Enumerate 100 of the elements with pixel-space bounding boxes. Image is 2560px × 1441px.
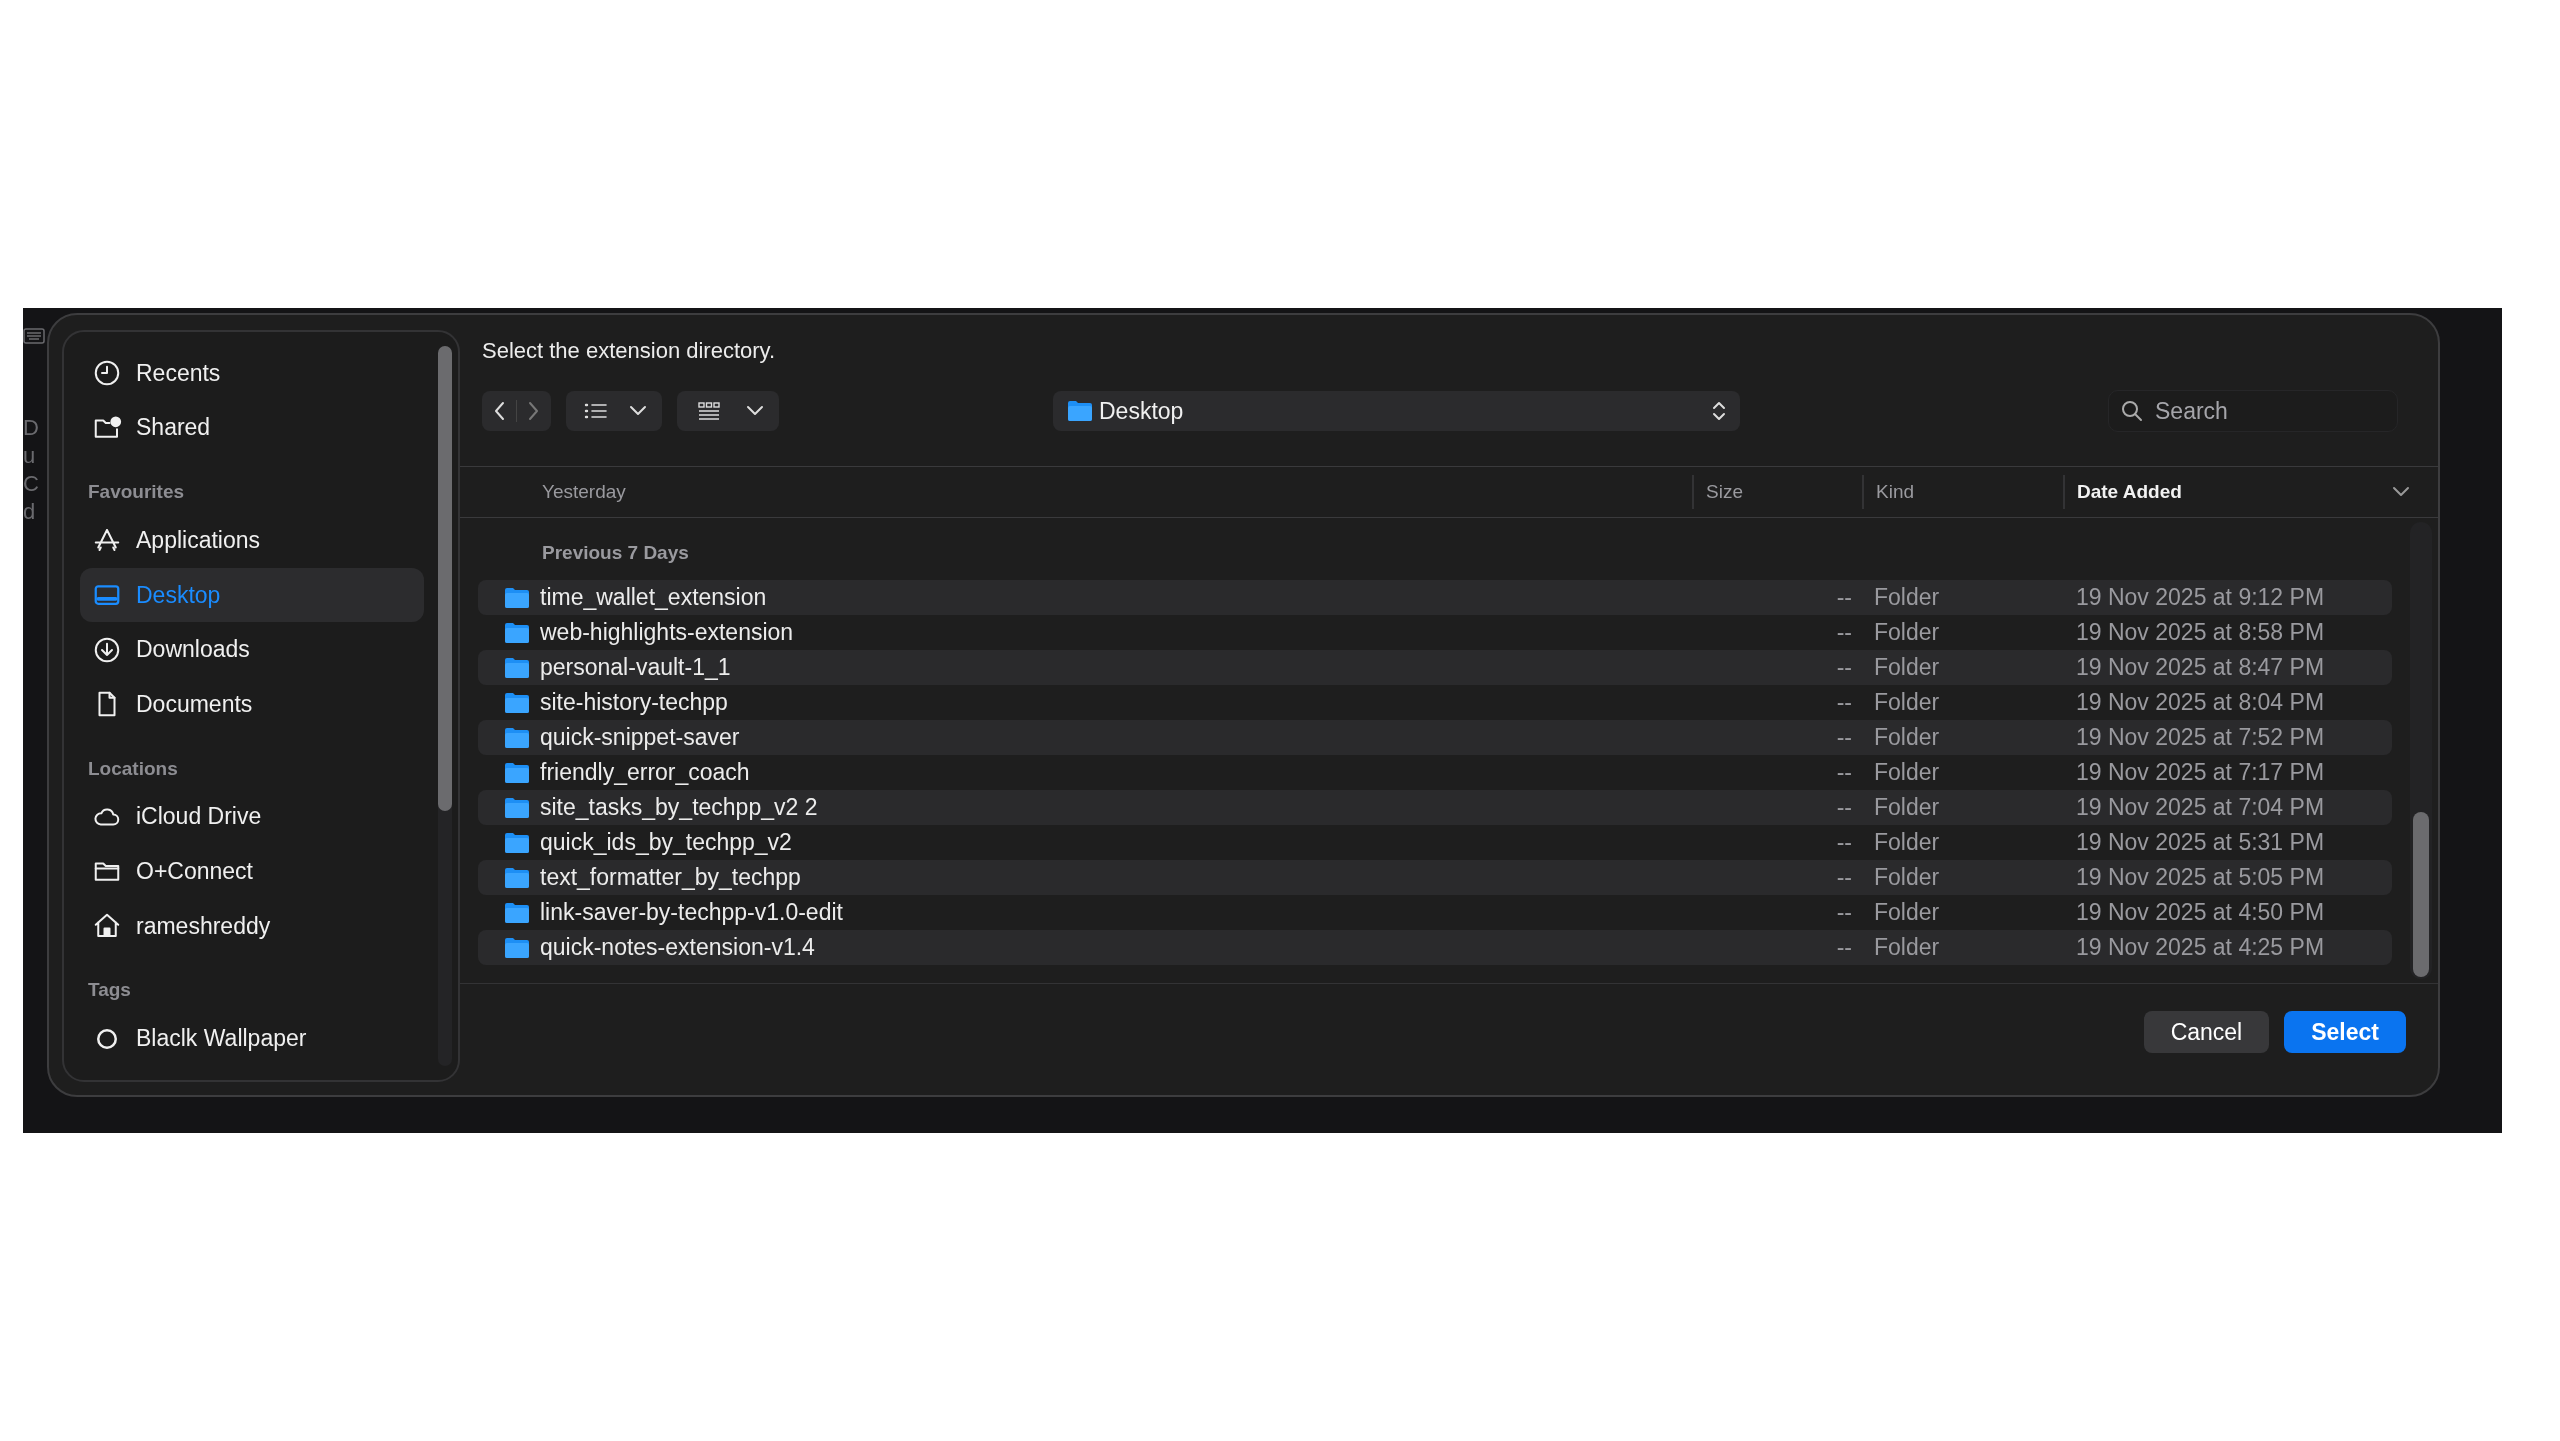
chevron-down-icon: [629, 405, 647, 417]
folder-icon: [504, 621, 530, 644]
scrollbar[interactable]: [438, 346, 452, 1066]
sidebar-item[interactable]: iCloud Drive: [80, 789, 424, 845]
file-date: 19 Nov 2025 at 8:04 PM: [2076, 689, 2326, 716]
file-row[interactable]: web-highlights-extension -- Folder 19 Nov 2025 at 8:58 PM: [478, 615, 2392, 650]
cancel-button[interactable]: Cancel: [2143, 1011, 2270, 1053]
file-kind: Folder: [1873, 934, 1941, 961]
sidebar-item[interactable]: Recents: [80, 346, 424, 401]
file-kind: Folder: [1873, 584, 1941, 611]
file-size: --: [1835, 829, 1852, 856]
folder-icon: [504, 866, 530, 889]
column-header-label[interactable]: Yesterday: [542, 481, 626, 503]
sidebar-item[interactable]: O+Connect: [80, 844, 424, 899]
file-kind: Folder: [1873, 689, 1941, 716]
file-name: personal-vault-1_1: [540, 654, 731, 681]
file-row[interactable]: site_tasks_by_techpp_v2 2 -- Folder 19 Nov 2025 at 7:04 PM: [478, 790, 2392, 825]
file-name: friendly_error_coach: [540, 759, 750, 786]
file-row[interactable]: site-history-techpp -- Folder 19 Nov 2025 at 8:04 PM: [478, 685, 2392, 720]
column-header-label[interactable]: Kind: [1876, 481, 1915, 503]
dialog-prompt: Select the extension directory.: [482, 338, 776, 364]
folder-icon: [504, 761, 530, 784]
file-kind: Folder: [1873, 724, 1941, 751]
file-size: --: [1835, 689, 1852, 716]
file-date: 19 Nov 2025 at 4:50 PM: [2076, 899, 2326, 926]
file-kind: Folder: [1873, 899, 1941, 926]
file-size: --: [1835, 899, 1852, 926]
select-button[interactable]: Select: [2284, 1011, 2406, 1053]
chevron-down-icon: [746, 405, 764, 417]
sidebar-heading: Favourites: [87, 480, 186, 505]
file-size: --: [1835, 864, 1852, 891]
file-size: --: [1835, 794, 1852, 821]
sidebar-item[interactable]: Blaclk Wallpaper: [80, 1011, 424, 1066]
file-name: link-saver-by-techpp-v1.0-edit: [540, 899, 843, 926]
file-date: 19 Nov 2025 at 4:25 PM: [2076, 934, 2326, 961]
folder-icon: [504, 691, 530, 714]
file-row[interactable]: friendly_error_coach -- Folder 19 Nov 2025 at 7:17 PM: [478, 755, 2392, 790]
file-kind: Folder: [1873, 794, 1941, 821]
sidebar-heading: Locations: [87, 756, 179, 781]
folder-icon: [504, 586, 530, 609]
file-size: --: [1835, 619, 1852, 646]
file-name: site-history-techpp: [540, 689, 728, 716]
folder-icon: [1067, 400, 1093, 422]
folder-icon: [504, 936, 530, 959]
file-size: --: [1835, 654, 1852, 681]
file-row[interactable]: link-saver-by-techpp-v1.0-edit -- Folder 19 Nov 2025 at 4:50 PM: [478, 895, 2392, 930]
background-text: C: [23, 470, 39, 498]
file-row[interactable]: time_wallet_extension -- Folder 19 Nov 2025 at 9:12 PM: [478, 580, 2392, 615]
location-popup[interactable]: Desktop: [1053, 391, 1740, 431]
sidebar-item[interactable]: Desktop: [80, 567, 424, 623]
file-kind: Folder: [1873, 619, 1941, 646]
file-size: --: [1835, 934, 1852, 961]
sidebar-item[interactable]: Downloads: [80, 622, 424, 677]
sidebar-heading: Tags: [87, 978, 132, 1003]
file-name: quick_ids_by_techpp_v2: [540, 829, 792, 856]
file-kind: Folder: [1873, 759, 1941, 786]
folder-icon: [504, 831, 530, 854]
file-name: site_tasks_by_techpp_v2 2: [540, 794, 818, 821]
file-name: time_wallet_extension: [540, 584, 767, 611]
file-kind: Folder: [1873, 864, 1941, 891]
file-kind: Folder: [1873, 829, 1941, 856]
file-name: text_formatter_by_techpp: [540, 864, 801, 891]
column-header-label[interactable]: Date Added: [2077, 481, 2182, 503]
file-date: 19 Nov 2025 at 9:12 PM: [2076, 584, 2326, 611]
file-size: --: [1835, 584, 1852, 611]
scrollbar[interactable]: [2410, 522, 2432, 979]
column-header-label[interactable]: Size: [1706, 481, 1743, 503]
sidebar-item[interactable]: Shared: [80, 400, 424, 456]
file-date: 19 Nov 2025 at 7:52 PM: [2076, 724, 2326, 751]
file-row[interactable]: text_formatter_by_techpp -- Folder 19 Nov 2025 at 5:05 PM: [478, 860, 2392, 895]
background-text: D: [23, 414, 39, 442]
updown-icon: [1712, 400, 1726, 422]
file-row[interactable]: personal-vault-1_1 -- Folder 19 Nov 2025 at 8:47 PM: [478, 650, 2392, 685]
folder-icon: [504, 901, 530, 924]
sidebar-item[interactable]: Applications: [80, 513, 424, 568]
file-date: 19 Nov 2025 at 8:47 PM: [2076, 654, 2326, 681]
file-date: 19 Nov 2025 at 7:04 PM: [2076, 794, 2326, 821]
sort-chevron-icon[interactable]: [2392, 486, 2410, 498]
background-text: d: [23, 498, 36, 526]
file-row[interactable]: quick-notes-extension-v1.4 -- Folder 19 Nov 2025 at 4:25 PM: [478, 930, 2392, 965]
sidebar-item[interactable]: Documents: [80, 676, 424, 732]
file-date: 19 Nov 2025 at 5:31 PM: [2076, 829, 2326, 856]
folder-icon: [504, 726, 530, 749]
file-row[interactable]: quick_ids_by_techpp_v2 -- Folder 19 Nov 2025 at 5:31 PM: [478, 825, 2392, 860]
file-row[interactable]: quick-snippet-saver -- Folder 19 Nov 2025 at 7:52 PM: [478, 720, 2392, 755]
file-date: 19 Nov 2025 at 8:58 PM: [2076, 619, 2326, 646]
file-name: quick-notes-extension-v1.4: [540, 934, 815, 961]
search-field[interactable]: Search: [2108, 390, 2398, 432]
group-heading: Previous 7 Days: [542, 542, 689, 564]
file-size: --: [1835, 759, 1852, 786]
keyboard-icon: [23, 328, 45, 344]
file-date: 19 Nov 2025 at 5:05 PM: [2076, 864, 2326, 891]
background-text: u: [23, 442, 36, 470]
sidebar-item[interactable]: rameshreddy: [80, 898, 424, 954]
search-icon: [2120, 399, 2144, 423]
file-kind: Folder: [1873, 654, 1941, 681]
grid-icon: [697, 401, 721, 421]
file-size: --: [1835, 724, 1852, 751]
file-date: 19 Nov 2025 at 7:17 PM: [2076, 759, 2326, 786]
file-name: quick-snippet-saver: [540, 724, 740, 751]
